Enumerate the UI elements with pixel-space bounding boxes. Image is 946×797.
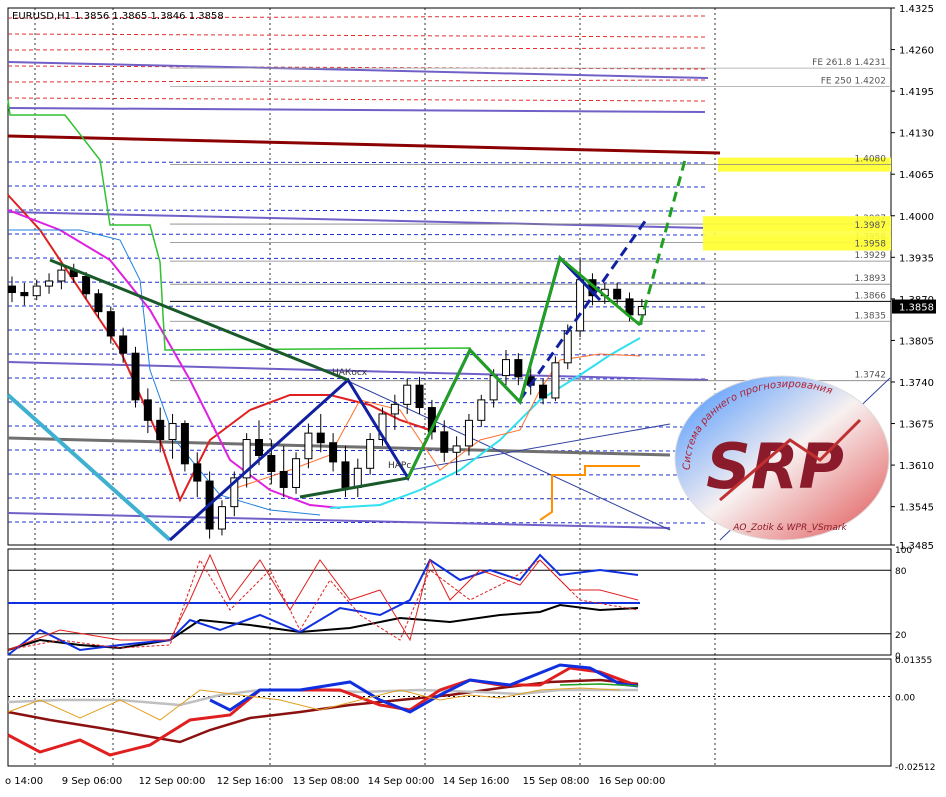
target-zone-label-0: 1.3987 bbox=[855, 221, 887, 231]
candle-body bbox=[20, 291, 29, 297]
time-label-7: 15 Sep 08:00 bbox=[523, 776, 590, 787]
candle-body bbox=[551, 362, 560, 399]
symbol-header: EURUSD,H1 1.3856 1.3865 1.3846 1.3858 bbox=[12, 11, 224, 22]
candle-body bbox=[45, 280, 54, 287]
target-zone-label-1: 1.3958 bbox=[855, 240, 887, 250]
time-label-6: 14 Sep 16:00 bbox=[443, 776, 510, 787]
trading-chart: FE 261.8 1.4231 FE 250 1.4202 1.4080 1.3987… bbox=[5, 4, 936, 787]
candle-body bbox=[304, 432, 313, 460]
candle-body bbox=[106, 311, 115, 337]
time-label-3: 12 Sep 16:00 bbox=[217, 776, 284, 787]
candle-body bbox=[168, 423, 177, 441]
candle-body bbox=[576, 279, 585, 332]
level-label-5: 1.3929 bbox=[855, 251, 887, 261]
level-label-9: 1.3742 bbox=[855, 371, 887, 381]
candle-body bbox=[156, 419, 165, 441]
candle-body bbox=[514, 359, 523, 378]
osc1-tick-3: 100 bbox=[895, 546, 912, 556]
price-tick-label-2: 1.4195 bbox=[899, 87, 934, 98]
price-tick-label-11: 1.3610 bbox=[899, 461, 934, 472]
time-label-0: o 14:00 bbox=[5, 776, 43, 787]
annotation-nakosx: НАКосх bbox=[332, 368, 368, 378]
candle-body bbox=[353, 467, 362, 488]
candle-body bbox=[502, 359, 510, 377]
candle-body bbox=[217, 506, 226, 530]
candle-body bbox=[82, 276, 91, 295]
osc2-tick-1: 0.00 bbox=[895, 693, 915, 703]
candle-body bbox=[464, 419, 473, 447]
level-label-8: 1.3835 bbox=[855, 311, 887, 321]
candle-body bbox=[143, 399, 152, 421]
price-tick-label-4: 1.4065 bbox=[899, 170, 934, 181]
candle-body bbox=[292, 458, 301, 488]
price-tick-label-10: 1.3675 bbox=[899, 420, 934, 431]
level-label-7: 1.3866 bbox=[855, 291, 887, 301]
price-tick-label-3: 1.4130 bbox=[899, 129, 934, 140]
time-label-5: 14 Sep 00:00 bbox=[368, 776, 435, 787]
annotation-hapc: HAPc bbox=[388, 461, 411, 471]
candle-body bbox=[563, 330, 572, 364]
level-label-0: FE 261.8 1.4231 bbox=[812, 58, 886, 68]
candle-body bbox=[477, 399, 486, 421]
price-tick-label-5: 1.4000 bbox=[899, 212, 934, 223]
price-tick-label-8: 1.3805 bbox=[899, 336, 934, 347]
srp-logo: SRPСистема раннего прогнозированияAO_Zot… bbox=[674, 375, 890, 541]
price-tick-label-1: 1.4260 bbox=[899, 46, 934, 57]
logo-footer: AO_Zotik & WPR_VSmark bbox=[732, 523, 847, 533]
price-tick-label-6: 1.3935 bbox=[899, 253, 934, 264]
candle-body bbox=[267, 455, 276, 472]
candle-body bbox=[279, 470, 288, 488]
price-tick-label-9: 1.3740 bbox=[899, 378, 934, 389]
osc2-tick-0: 0.01355 bbox=[895, 656, 932, 666]
time-label-1: 9 Sep 06:00 bbox=[62, 776, 122, 787]
candle-body bbox=[329, 442, 338, 463]
candle-body bbox=[613, 288, 622, 300]
candle-body bbox=[341, 461, 350, 488]
time-label-4: 13 Sep 08:00 bbox=[293, 776, 360, 787]
price-tick-label-0: 1.4325 bbox=[899, 4, 934, 15]
candle-body bbox=[539, 384, 548, 399]
level-label-1: FE 250 1.4202 bbox=[821, 77, 886, 87]
logo-title: SRP bbox=[706, 430, 844, 503]
candle-body bbox=[119, 335, 128, 354]
candle-body bbox=[32, 285, 41, 297]
time-label-2: 12 Sep 00:00 bbox=[139, 776, 206, 787]
osc2-tick-2: -0.02512 bbox=[895, 763, 935, 773]
level-label-2: 1.4080 bbox=[855, 155, 887, 165]
level-label-6: 1.3893 bbox=[855, 274, 887, 284]
candle-body bbox=[255, 439, 263, 456]
candle-body bbox=[403, 384, 412, 405]
oscillator-2-pane bbox=[7, 658, 892, 767]
candle-body bbox=[366, 439, 375, 469]
candle-body bbox=[180, 423, 189, 465]
candle-body bbox=[8, 285, 16, 293]
candle-body bbox=[452, 445, 461, 453]
osc1-tick-2: 80 bbox=[895, 567, 907, 577]
candle-body bbox=[193, 463, 202, 482]
candle-body bbox=[316, 432, 325, 444]
time-label-8: 16 Sep 00:00 bbox=[599, 776, 666, 787]
candle-body bbox=[440, 431, 449, 453]
candle-body bbox=[390, 403, 399, 415]
price-tick-label-12: 1.3545 bbox=[899, 503, 934, 514]
candle-body bbox=[415, 384, 424, 409]
candle-body bbox=[94, 293, 103, 313]
osc1-tick-1: 20 bbox=[895, 631, 907, 641]
candle-body bbox=[131, 352, 140, 401]
candle-body bbox=[57, 269, 66, 282]
last-price-label: 1.3858 bbox=[899, 303, 934, 314]
